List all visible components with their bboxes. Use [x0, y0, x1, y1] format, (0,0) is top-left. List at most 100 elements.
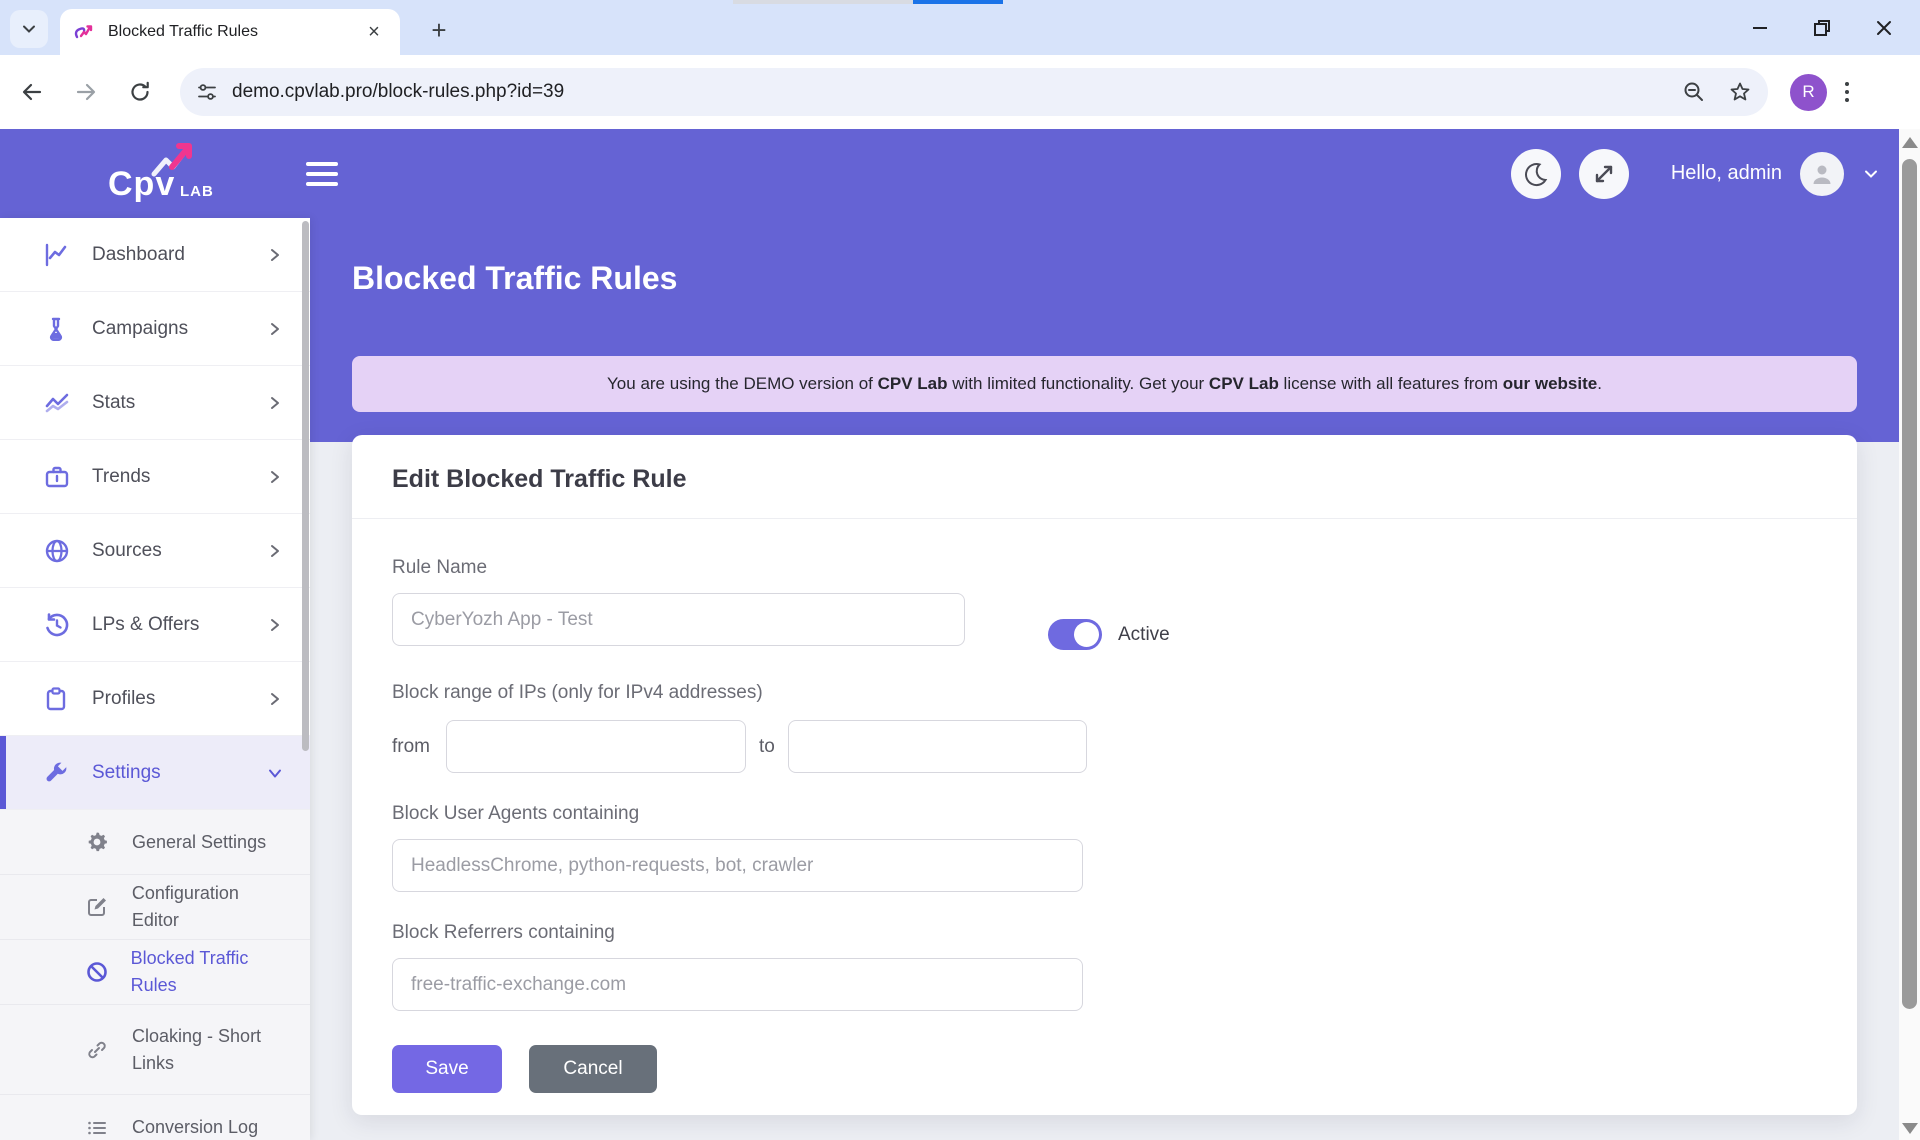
sidebar-subitem-general-settings[interactable]: General Settings: [0, 810, 310, 875]
save-button[interactable]: Save: [392, 1045, 502, 1093]
window-close-icon[interactable]: [1866, 10, 1902, 46]
window-minimize-icon[interactable]: [1742, 10, 1778, 46]
chevron-right-icon: [268, 396, 282, 410]
user-agents-input[interactable]: [392, 839, 1083, 892]
chart-line-icon: [44, 242, 70, 268]
ip-range-label: Block range of IPs (only for IPv4 addres…: [392, 682, 1817, 704]
sidebar-scrollbar-thumb[interactable]: [302, 221, 309, 751]
chevron-right-icon: [268, 470, 282, 484]
sidebar-item-campaigns[interactable]: Campaigns: [0, 292, 310, 366]
sidebar-subitem-cloaking-short-links[interactable]: Cloaking - Short Links: [0, 1005, 310, 1095]
referrers-label: Block Referrers containing: [392, 922, 1817, 944]
ip-to-label: to: [759, 736, 775, 758]
banner-bold-cpvlab-2: CPV Lab: [1209, 374, 1279, 393]
link-icon: [86, 1039, 110, 1061]
moon-icon: [1523, 161, 1549, 187]
sidebar-item-trends[interactable]: Trends: [0, 440, 310, 514]
ip-from-input[interactable]: [446, 720, 746, 773]
user-menu-chevron-icon[interactable]: [1862, 165, 1880, 183]
main-content: Blocked Traffic Rules You are using the …: [310, 218, 1899, 1140]
block-icon: [86, 961, 109, 983]
user-greeting: Hello, admin: [1671, 162, 1782, 185]
logo-suffix: LAB: [180, 183, 214, 200]
chevron-right-icon: [268, 322, 282, 336]
window-restore-icon[interactable]: [1804, 10, 1840, 46]
browser-toolbar: demo.cpvlab.pro/block-rules.php?id=39 R: [0, 55, 1920, 129]
banner-bold-cpvlab: CPV Lab: [878, 374, 948, 393]
browser-tab[interactable]: Blocked Traffic Rules ×: [60, 9, 400, 55]
page-title: Blocked Traffic Rules: [352, 260, 677, 297]
briefcase-icon: [44, 464, 70, 490]
back-icon[interactable]: [12, 72, 52, 112]
sidebar-item-settings[interactable]: Settings: [0, 736, 310, 810]
page-scrollbar[interactable]: [1899, 129, 1920, 1140]
zoom-out-icon[interactable]: [1682, 80, 1706, 104]
edit-icon: [86, 896, 110, 918]
scrollbar-down-arrow-icon[interactable]: [1902, 1123, 1918, 1134]
tab-close-icon[interactable]: ×: [362, 20, 386, 44]
banner-text: license with all features from: [1279, 374, 1503, 393]
user-avatar[interactable]: [1800, 152, 1844, 196]
cpvlab-logo[interactable]: Cpv LAB: [108, 144, 218, 204]
sidebar-subitem-configuration-editor[interactable]: Configuration Editor: [0, 875, 310, 940]
dark-mode-button[interactable]: [1511, 149, 1561, 199]
fullscreen-button[interactable]: [1579, 149, 1629, 199]
banner-text: with limited functionality. Get your: [948, 374, 1209, 393]
stats-zigzag-icon: [44, 390, 70, 416]
browser-tab-strip: Blocked Traffic Rules × +: [0, 0, 1920, 55]
chevron-down-icon: [268, 766, 282, 780]
sidebar-item-sources[interactable]: Sources: [0, 514, 310, 588]
person-icon: [1808, 160, 1836, 188]
wrench-icon: [44, 760, 70, 786]
rule-name-input[interactable]: [392, 593, 965, 646]
sidebar-subitem-conversion-log[interactable]: Conversion Log: [0, 1095, 310, 1140]
new-tab-button[interactable]: +: [422, 13, 456, 47]
cpvlab-favicon: [74, 21, 96, 43]
user-agents-label: Block User Agents containing: [392, 803, 1817, 825]
history-icon: [44, 612, 70, 638]
active-toggle[interactable]: [1048, 619, 1102, 650]
top-strip-artifact: [733, 0, 913, 4]
hamburger-menu-icon[interactable]: [306, 162, 338, 186]
sidebar-item-profiles[interactable]: Profiles: [0, 662, 310, 736]
site-info-icon[interactable]: [196, 81, 218, 103]
globe-icon: [44, 538, 70, 564]
sidebar-item-stats[interactable]: Stats: [0, 366, 310, 440]
demo-notice-banner: You are using the DEMO version of CPV La…: [352, 356, 1857, 412]
browser-menu-icon[interactable]: [1845, 82, 1849, 102]
rule-name-label: Rule Name: [392, 557, 1817, 579]
gear-icon: [86, 831, 110, 853]
clipboard-icon: [44, 686, 70, 712]
tab-search-button[interactable]: [10, 10, 48, 48]
sidebar-item-dashboard[interactable]: Dashboard: [0, 218, 310, 292]
url-text[interactable]: demo.cpvlab.pro/block-rules.php?id=39: [232, 81, 1660, 103]
browser-profile-avatar[interactable]: R: [1790, 74, 1827, 111]
chevron-right-icon: [268, 248, 282, 262]
sidebar-subitem-blocked-traffic-rules[interactable]: Blocked Traffic Rules: [0, 940, 310, 1005]
list-icon: [86, 1117, 110, 1139]
chevron-down-icon: [21, 21, 37, 37]
expand-icon: [1592, 162, 1616, 186]
ip-to-input[interactable]: [788, 720, 1087, 773]
edit-rule-card: Edit Blocked Traffic Rule Rule Name Acti…: [352, 435, 1857, 1115]
bookmark-star-icon[interactable]: [1728, 80, 1752, 104]
forward-icon[interactable]: [66, 72, 106, 112]
cancel-button[interactable]: Cancel: [529, 1045, 657, 1093]
banner-link-our-website[interactable]: our website: [1503, 374, 1597, 393]
app-header: Cpv LAB Hello, admin: [0, 129, 1920, 218]
chevron-right-icon: [268, 618, 282, 632]
active-toggle-label: Active: [1118, 624, 1170, 646]
banner-text: You are using the DEMO version of: [607, 374, 878, 393]
sidebar-item-lps-offers[interactable]: LPs & Offers: [0, 588, 310, 662]
banner-text: .: [1597, 374, 1602, 393]
tab-title: Blocked Traffic Rules: [108, 23, 362, 41]
card-title: Edit Blocked Traffic Rule: [352, 435, 1857, 519]
reload-icon[interactable]: [120, 72, 160, 112]
page-scrollbar-thumb[interactable]: [1902, 159, 1917, 1009]
flask-icon: [44, 316, 70, 342]
logo-text: Cpv: [108, 165, 175, 204]
address-bar[interactable]: demo.cpvlab.pro/block-rules.php?id=39: [180, 68, 1768, 116]
ip-from-label: from: [392, 736, 430, 758]
referrers-input[interactable]: [392, 958, 1083, 1011]
scrollbar-up-arrow-icon[interactable]: [1902, 137, 1918, 148]
